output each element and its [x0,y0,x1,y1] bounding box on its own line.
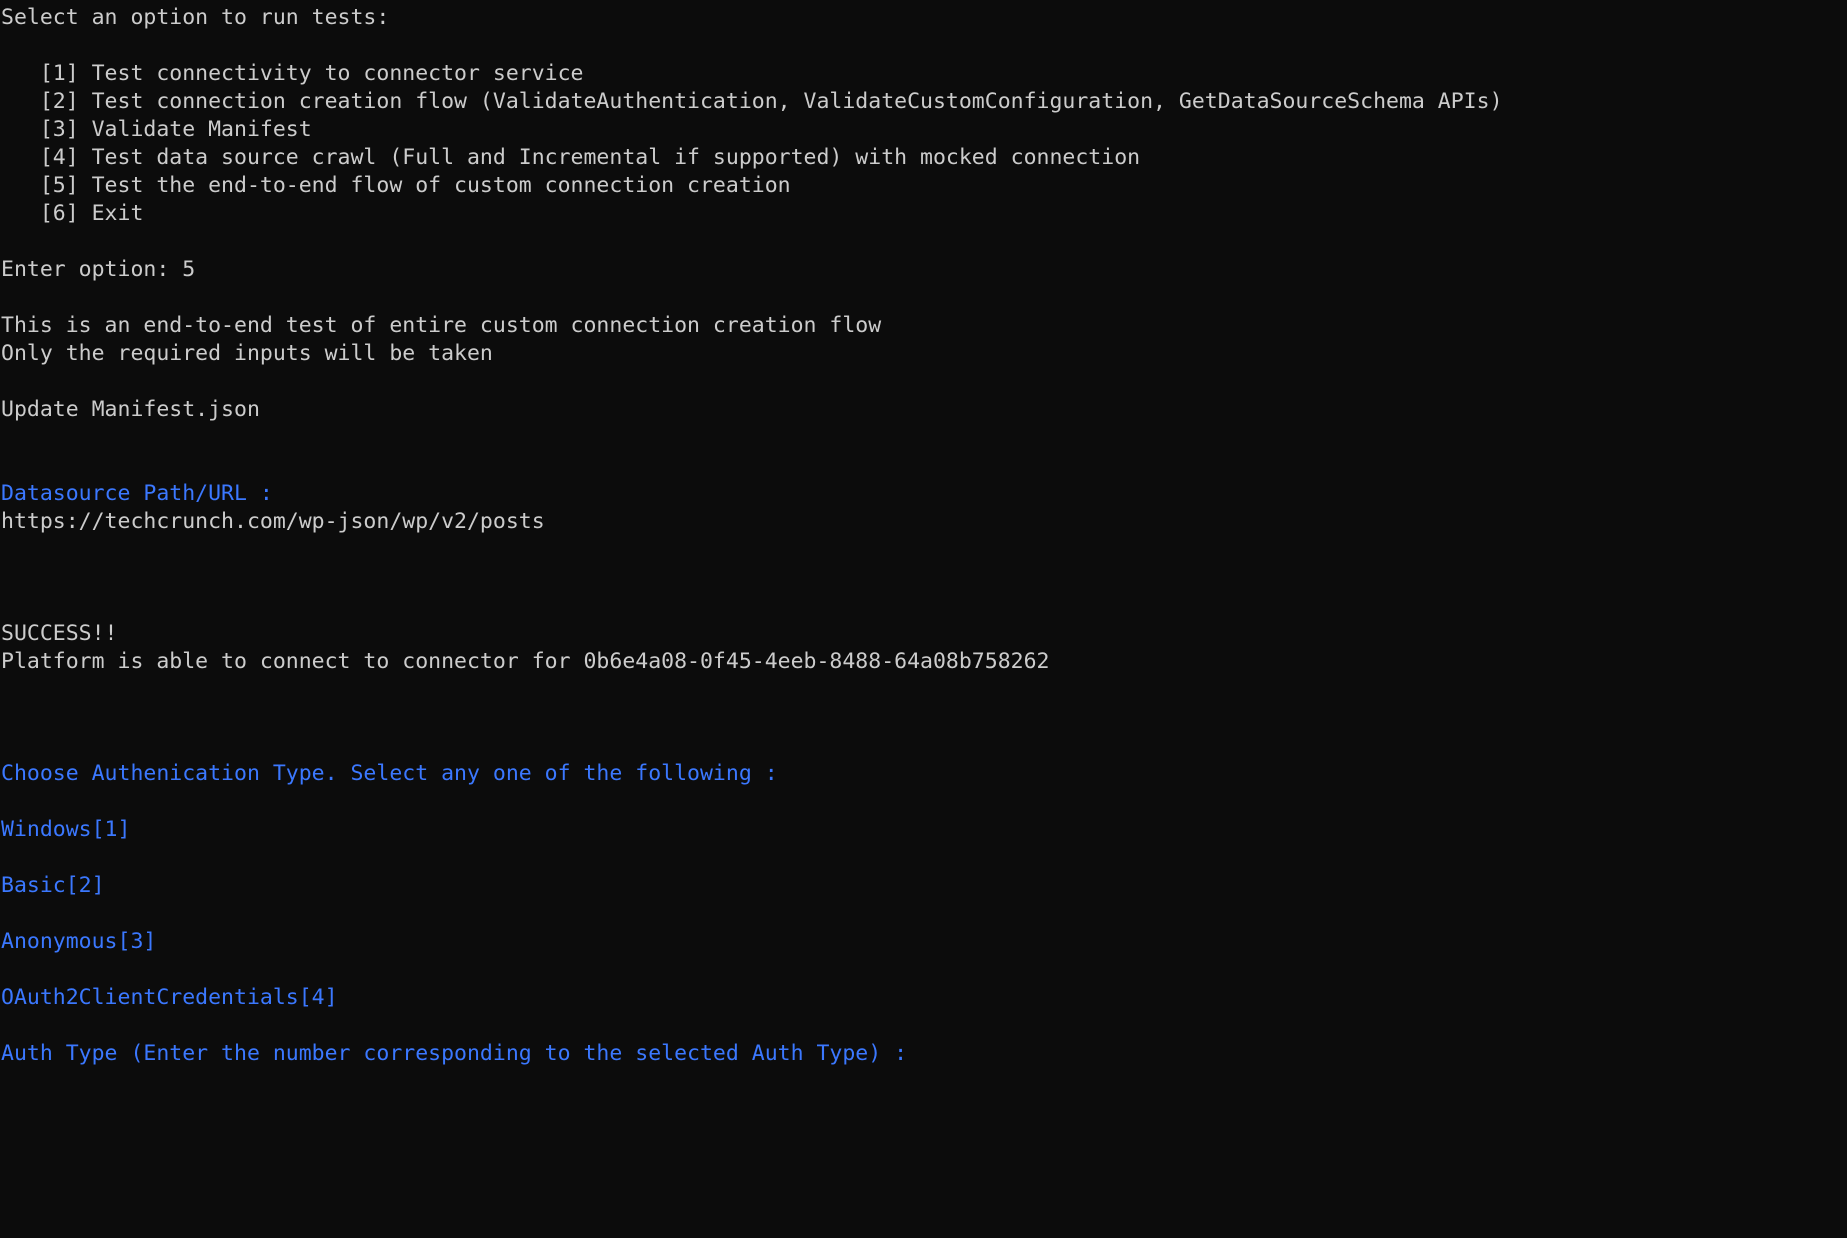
terminal-line: Anonymous[3] [1,929,157,954]
terminal-screen[interactable]: Select an option to run tests: [1] Test … [0,0,1847,1238]
terminal-line: OAuth2ClientCredentials[4] [1,985,338,1010]
terminal-line: [6] Exit [1,201,144,226]
terminal-line: [1] Test connectivity to connector servi… [1,61,584,86]
terminal-line: [5] Test the end-to-end flow of custom c… [1,173,791,198]
terminal-line: [2] Test connection creation flow (Valid… [1,89,1503,114]
terminal-line: Only the required inputs will be taken [1,341,493,366]
terminal-line: Auth Type (Enter the number correspondin… [1,1041,908,1066]
terminal-line: Enter option: 5 [1,257,196,282]
terminal-line: [4] Test data source crawl (Full and Inc… [1,145,1141,170]
terminal-line: Datasource Path/URL : [1,481,273,506]
terminal-line: Select an option to run tests: [1,5,390,30]
terminal-line: Basic[2] [1,873,105,898]
terminal-line: [3] Validate Manifest [1,117,312,142]
terminal-line: Update Manifest.json [1,397,260,422]
terminal-line: Choose Authenication Type. Select any on… [1,761,778,786]
terminal-line: This is an end-to-end test of entire cus… [1,313,882,338]
terminal-line: Windows[1] [1,817,131,842]
terminal-line: Platform is able to connect to connector… [1,649,1050,674]
terminal-line: SUCCESS!! [1,621,118,646]
terminal-line: https://techcrunch.com/wp-json/wp/v2/pos… [1,509,545,534]
